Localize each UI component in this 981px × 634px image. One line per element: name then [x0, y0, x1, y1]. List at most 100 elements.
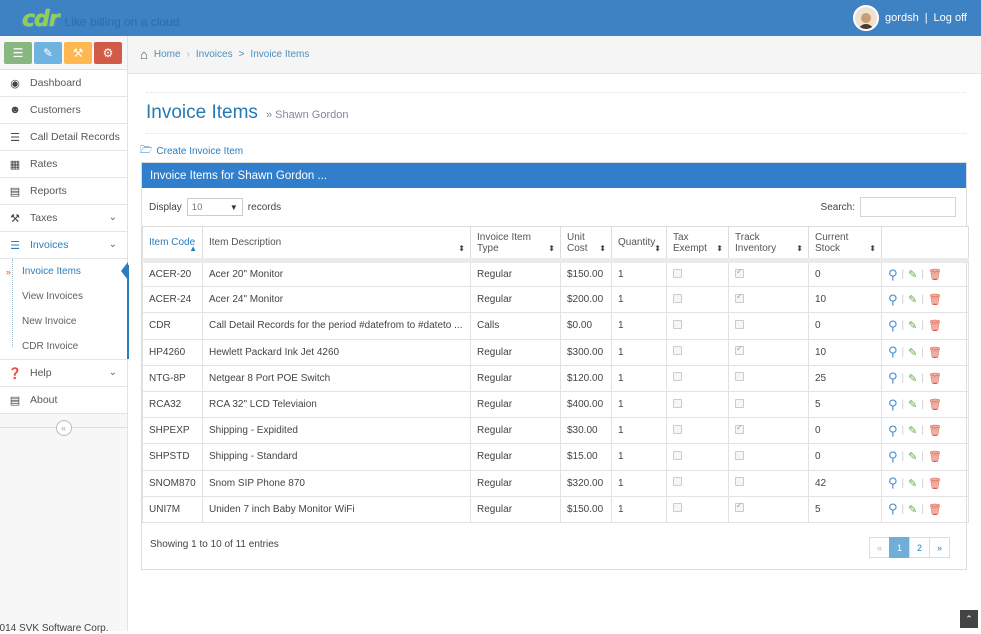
sidebar-item-label: Call Detail Records	[30, 131, 120, 143]
view-icon[interactable]: ⚲	[888, 318, 898, 334]
edit-icon[interactable]: ✎	[908, 477, 917, 490]
edit-icon[interactable]: ✎	[908, 319, 917, 332]
table-row: CDR Call Detail Records for the period #d…	[142, 312, 969, 340]
column-header-quantity[interactable]: Quantity ⬍	[611, 226, 667, 263]
display-label: Display	[149, 201, 182, 213]
avatar[interactable]	[853, 5, 880, 31]
cell-unit-cost: $0.00	[560, 312, 612, 340]
edit-icon[interactable]: ✎	[908, 268, 917, 281]
username[interactable]: gordsh	[885, 12, 919, 24]
view-icon[interactable]: ⚲	[888, 370, 898, 386]
view-icon[interactable]: ⚲	[888, 501, 898, 517]
delete-icon[interactable]: 🗑	[928, 398, 942, 411]
column-header-current-stock[interactable]: Current Stock ⬍	[808, 226, 882, 263]
edit-icon[interactable]: ✎	[908, 450, 917, 463]
create-invoice-item-link[interactable]: 🗁 Create Invoice Item	[140, 143, 243, 160]
cell-unit-cost: $150.00	[560, 495, 612, 523]
sidebar-item-invoices[interactable]: ☰ Invoices ⌄	[0, 232, 127, 259]
edit-icon[interactable]: ✎	[908, 346, 917, 359]
edit-icon[interactable]: ✎	[908, 398, 917, 411]
collapse-left-icon[interactable]: «	[55, 420, 72, 436]
sidebar-item-call-detail-records[interactable]: ☰ Call Detail Records	[0, 124, 127, 151]
search-input[interactable]	[860, 197, 956, 217]
cell-quantity: 1	[611, 364, 667, 392]
chevron-down-icon: ⌄	[108, 212, 117, 223]
cell-unit-cost: $320.00	[560, 469, 612, 497]
sidebar-item-about[interactable]: ▤ About	[0, 387, 127, 414]
app-logo[interactable]: cdr Like billing on a cloud	[22, 7, 179, 31]
sort-icon: ⬍	[716, 244, 723, 253]
sidebar-item-customers[interactable]: ☻ Customers	[0, 97, 127, 124]
column-header-tax-exempt[interactable]: Tax Exempt ⬍	[666, 226, 729, 263]
edit-icon[interactable]: ✎	[908, 293, 917, 306]
submenu-item-new-invoice[interactable]: New Invoice	[0, 309, 127, 334]
panel-heading: Invoice Items for Shawn Gordon ...	[142, 163, 966, 188]
cell-track-inventory	[728, 286, 809, 314]
delete-icon[interactable]: 🗑	[928, 268, 942, 281]
column-header-unit-cost[interactable]: Unit Cost ⬍	[560, 226, 612, 263]
cell-current-stock: 5	[808, 495, 882, 523]
track-inventory-checkbox	[735, 398, 744, 408]
pagination-next[interactable]: »	[929, 537, 950, 558]
shortcut-settings-button[interactable]: ⚙	[94, 42, 122, 64]
sort-icon: ⬍	[458, 244, 465, 253]
table-row: RCA32 RCA 32" LCD Televiaion Regular $400.0…	[142, 390, 969, 419]
delete-icon[interactable]: 🗑	[928, 477, 942, 490]
sidebar-item-label: Rates	[30, 158, 58, 170]
sidebar-item-taxes[interactable]: ⚒ Taxes ⌄	[0, 205, 127, 232]
action-separator: |	[921, 346, 924, 358]
cell-quantity: 1	[611, 338, 667, 366]
track-inventory-checkbox	[735, 344, 744, 356]
submenu-item-cdr-invoice[interactable]: CDR Invoice	[0, 334, 127, 359]
edit-icon[interactable]: ✎	[908, 424, 917, 437]
delete-icon[interactable]: 🗑	[928, 372, 942, 385]
view-icon[interactable]: ⚲	[888, 397, 898, 413]
breadcrumb-home[interactable]: Home	[154, 49, 181, 60]
column-header-invoice-item-type[interactable]: Invoice Item Type ⬍	[470, 226, 561, 263]
column-header-track-inventory[interactable]: Track Inventory ⬍	[728, 226, 809, 263]
column-header-item-description[interactable]: Item Description ⬍	[202, 226, 471, 263]
submenu-item-invoice-items[interactable]: » Invoice Items	[0, 259, 128, 284]
records-per-page-select[interactable]: 10 ▼	[186, 198, 243, 216]
view-icon[interactable]: ⚲	[888, 449, 898, 465]
shortcut-gavel-button[interactable]: ⚒	[64, 42, 92, 64]
delete-icon[interactable]: 🗑	[928, 293, 942, 306]
edit-icon[interactable]: ✎	[908, 372, 917, 385]
pagination-page-1[interactable]: 1	[889, 537, 910, 558]
sidebar-item-help[interactable]: ❓ Help ⌄	[0, 360, 127, 387]
cell-current-stock: 0	[808, 417, 882, 445]
cell-item-type: Regular	[470, 417, 561, 445]
sidebar-item-rates[interactable]: ▦ Rates	[0, 151, 127, 178]
delete-icon[interactable]: 🗑	[928, 346, 942, 359]
cell-actions: ⚲ | ✎ | 🗑	[881, 338, 969, 366]
edit-icon[interactable]: ✎	[908, 503, 917, 516]
records-label: records	[247, 201, 282, 213]
column-header-item-code[interactable]: Item Code ▲	[142, 226, 203, 263]
table-info: Showing 1 to 10 of 11 entries	[150, 539, 279, 550]
view-icon[interactable]: ⚲	[888, 292, 898, 308]
view-icon[interactable]: ⚲	[888, 475, 898, 491]
view-icon[interactable]: ⚲	[888, 267, 898, 283]
pagination-prev[interactable]: «	[869, 537, 890, 558]
cell-unit-cost: $15.00	[560, 443, 612, 471]
breadcrumb-invoices[interactable]: Invoices	[196, 49, 233, 60]
delete-icon[interactable]: 🗑	[928, 319, 942, 332]
track-inventory-checkbox	[735, 319, 744, 329]
view-icon[interactable]: ⚲	[888, 423, 898, 439]
delete-icon[interactable]: 🗑	[928, 424, 942, 437]
view-icon[interactable]: ⚲	[888, 344, 898, 360]
double-up-icon: ⌃	[965, 613, 973, 624]
delete-icon[interactable]: 🗑	[928, 450, 942, 463]
row-actions: ⚲ | ✎ | 🗑	[888, 370, 962, 386]
shortcut-edit-button[interactable]: ✎	[34, 42, 62, 64]
scroll-to-top-button[interactable]: ⌃	[960, 610, 978, 628]
sidebar-item-dashboard[interactable]: ◉ Dashboard	[0, 70, 127, 97]
logoff-link[interactable]: Log off	[934, 12, 967, 24]
pagination-page-2[interactable]: 2	[909, 537, 930, 558]
column-header-label: Track Inventory	[735, 231, 777, 254]
delete-icon[interactable]: 🗑	[928, 503, 942, 516]
shortcut-list-button[interactable]: ☰	[4, 42, 32, 64]
sidebar-item-reports[interactable]: ▤ Reports	[0, 178, 127, 205]
submenu-item-view-invoices[interactable]: View Invoices	[0, 284, 127, 309]
sidebar-item-label: Reports	[30, 185, 67, 197]
